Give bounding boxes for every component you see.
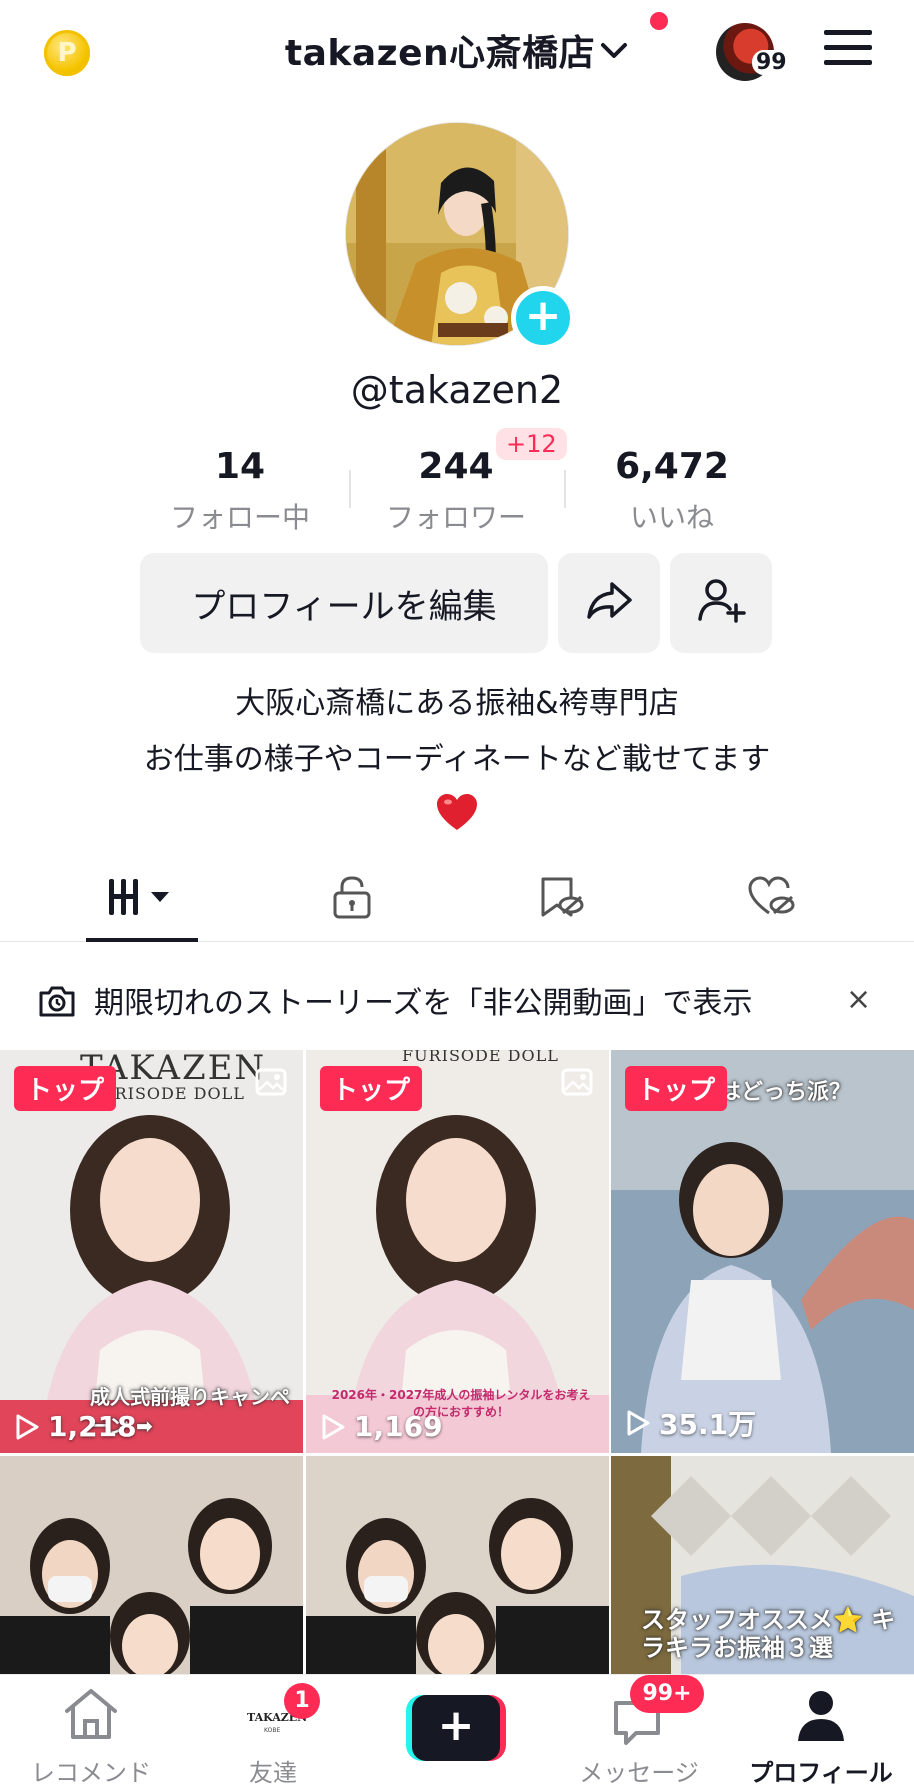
bookmark-hidden-icon xyxy=(539,875,585,923)
chevron-down-icon xyxy=(599,41,629,65)
nav-profile-label: プロフィール xyxy=(749,1759,893,1787)
view-count-value: 1,169 xyxy=(354,1410,443,1443)
profile-icon xyxy=(796,1689,846,1747)
camera-clock-icon xyxy=(38,984,76,1022)
account-name: takazen心斎橋店 xyxy=(284,33,596,74)
friends-brand-sub: KOBE xyxy=(264,1727,281,1734)
video-thumbnail[interactable]: スタッフオススメ⭐ キラキラお振袖３選 xyxy=(611,1456,914,1674)
active-tab-indicator xyxy=(86,938,198,942)
stat-following[interactable]: 14 フォロー中 xyxy=(140,446,340,536)
stat-divider xyxy=(349,470,351,508)
stat-likes-value: 6,472 xyxy=(615,446,729,487)
profile-actions: プロフィールを編集 xyxy=(0,553,914,653)
video-thumbnail[interactable]: TAKAZEN FURISODE DOLL トップ 成人式前撮りキャンペーン ➡… xyxy=(0,1050,303,1453)
home-icon xyxy=(62,1687,120,1745)
profile-username: @takazen2 xyxy=(350,368,564,412)
friends-badge: 1 xyxy=(284,1683,320,1719)
nav-inbox-label: メッセージ xyxy=(579,1759,699,1787)
stat-likes-label: いいね xyxy=(629,501,714,534)
add-story-button[interactable]: + xyxy=(511,286,575,350)
nav-friends[interactable]: TAKAZEN KOBE 1 友達 xyxy=(182,1675,364,1790)
add-friend-button[interactable] xyxy=(670,553,772,653)
pinned-badge: トップ xyxy=(625,1066,728,1111)
pinned-badge: トップ xyxy=(14,1066,117,1111)
lock-icon xyxy=(332,875,372,923)
inbox-badge: 99+ xyxy=(630,1675,704,1713)
tab-saved[interactable] xyxy=(472,856,652,942)
tab-private[interactable] xyxy=(262,856,442,942)
content-tabs xyxy=(0,856,914,942)
view-count: 1,218 xyxy=(14,1410,137,1443)
nav-friends-label: 友達 xyxy=(249,1759,297,1787)
nav-home-label: レコメンド xyxy=(31,1759,151,1787)
view-count: 35.1万 xyxy=(625,1403,756,1443)
nav-inbox[interactable]: 99+ メッセージ xyxy=(548,1675,730,1790)
videos-grid-icon xyxy=(107,877,177,921)
top-bar: P takazen心斎橋店 99 xyxy=(0,0,914,105)
bio-line: お仕事の様子やコーディネートなど載せてます xyxy=(143,742,771,777)
video-thumbnail[interactable]: はどっち派？ トップ 35.1万 xyxy=(611,1050,914,1453)
photo-icon xyxy=(255,1068,287,1100)
video-caption: はどっち派？ xyxy=(719,1080,852,1105)
video-grid: TAKAZEN FURISODE DOLL トップ 成人式前撮りキャンペーン ➡… xyxy=(0,1050,914,1674)
profile-bio: 大阪心斎橋にある振袖&袴専門店 お仕事の様子やコーディネートなど載せてます xyxy=(0,676,914,832)
brand-subtitle: FURISODE DOLL xyxy=(402,1050,559,1065)
share-icon xyxy=(584,579,634,627)
stories-banner-text: 期限切れのストーリーズを「非公開動画」で表示 xyxy=(94,986,753,1021)
profile-avatar-wrap[interactable]: + xyxy=(345,122,575,350)
view-count-value: 1,218 xyxy=(48,1410,137,1443)
view-count-value: 35.1万 xyxy=(659,1408,757,1441)
profile-stats: 14 フォロー中 244 フォロワー 6,472 いいね xyxy=(0,446,914,536)
view-count: 1,169 xyxy=(320,1410,443,1443)
heart-emoji-icon xyxy=(437,794,477,832)
bottom-navigation: レコメンド TAKAZEN KOBE 1 友達 + 99+ メッセージ プロフィ… xyxy=(0,1674,914,1790)
follower-delta-badge: +12 xyxy=(496,428,567,460)
plus-icon: + xyxy=(412,1695,500,1761)
video-thumbnail[interactable] xyxy=(0,1456,303,1674)
stat-divider xyxy=(564,470,566,508)
notification-dot xyxy=(650,12,668,30)
nav-profile[interactable]: プロフィール xyxy=(730,1675,912,1790)
stories-banner[interactable]: 期限切れのストーリーズを「非公開動画」で表示 × xyxy=(0,944,914,1050)
stat-following-value: 14 xyxy=(214,446,266,487)
stat-following-label: フォロー中 xyxy=(169,501,310,534)
video-thumbnail[interactable] xyxy=(306,1456,609,1674)
stat-followers-label: フォロワー xyxy=(385,501,526,534)
menu-icon[interactable] xyxy=(824,30,872,70)
close-icon[interactable]: × xyxy=(846,982,871,1017)
edit-profile-button[interactable]: プロフィールを編集 xyxy=(140,553,548,653)
photo-icon xyxy=(561,1068,593,1100)
stat-likes[interactable]: 6,472 いいね xyxy=(572,446,772,536)
tab-videos[interactable] xyxy=(52,856,232,942)
video-caption: スタッフオススメ⭐ キラキラお振袖３選 xyxy=(641,1606,896,1662)
heart-hidden-icon xyxy=(747,875,797,923)
share-profile-button[interactable] xyxy=(558,553,660,653)
video-thumbnail[interactable]: FURISODE DOLL トップ 2026年・2027年成人の振袖レンタルをお… xyxy=(306,1050,609,1453)
inbox-count: 99 xyxy=(752,50,791,75)
create-button[interactable]: + xyxy=(406,1695,506,1761)
bio-line: 大阪心斎橋にある振袖&袴専門店 xyxy=(235,686,679,721)
tab-liked[interactable] xyxy=(682,856,862,942)
pinned-badge: トップ xyxy=(320,1066,423,1111)
nav-home[interactable]: レコメンド xyxy=(0,1675,182,1790)
add-user-icon xyxy=(696,577,746,629)
